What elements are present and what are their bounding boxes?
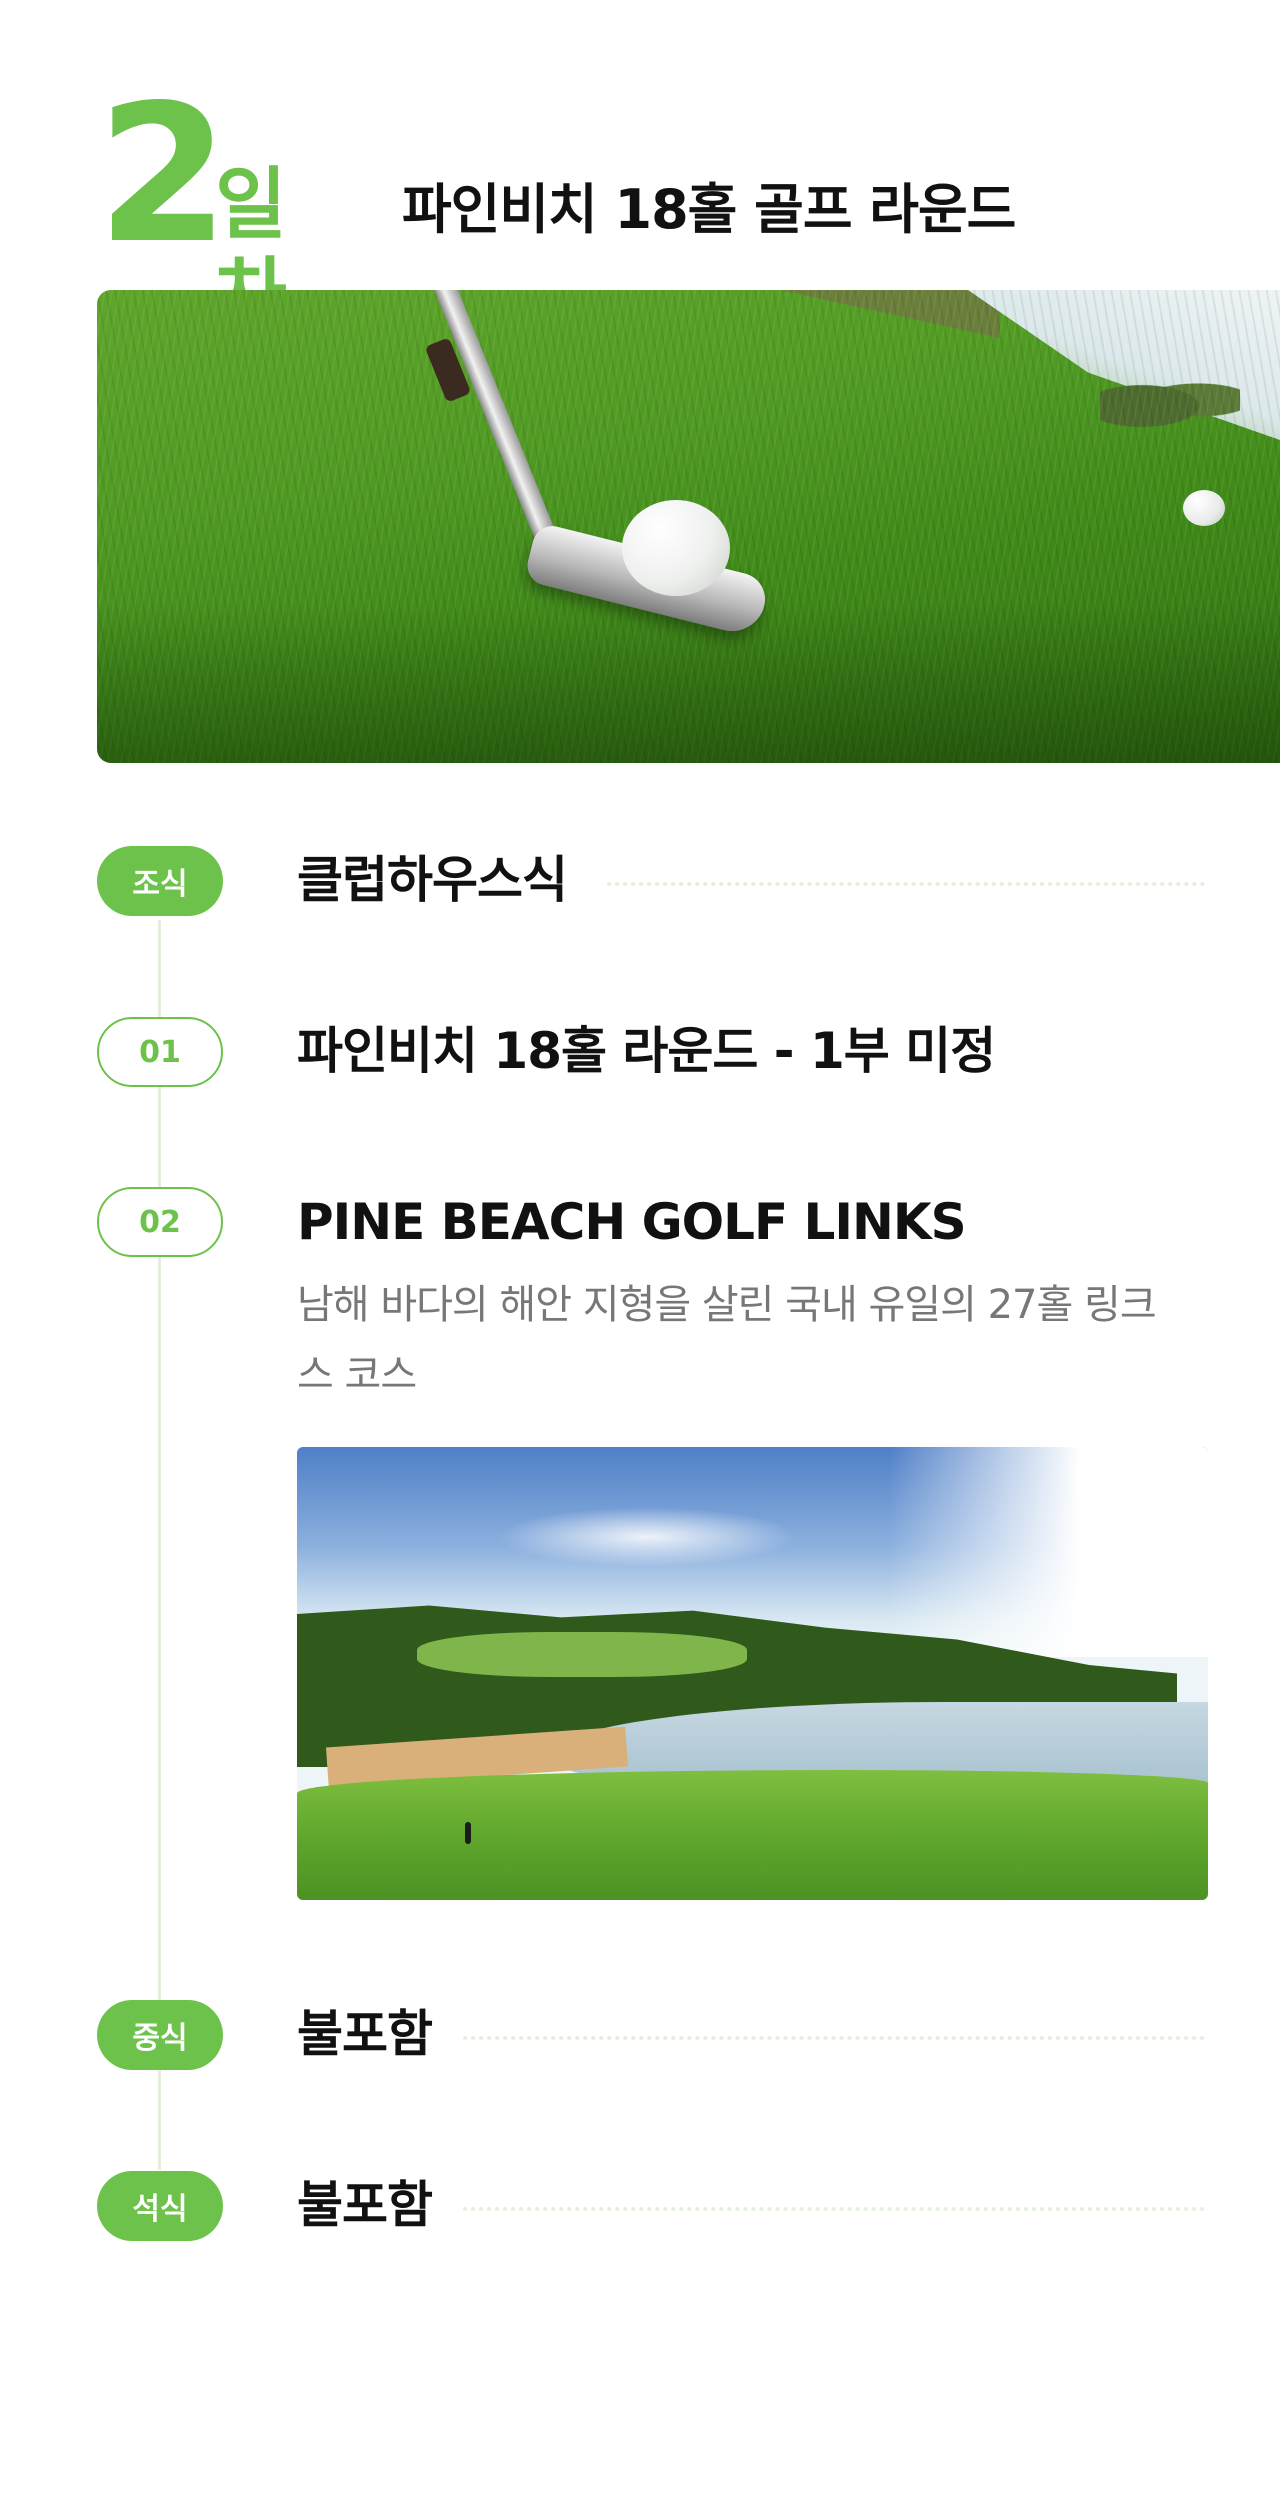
hero-shadow — [97, 603, 1280, 763]
course-cloud — [497, 1507, 797, 1567]
item-title-step-01: 파인비치 18홀 라운드 - 1부 미정 — [297, 1022, 996, 1080]
item-description-step-02: 남해 바다의 해안 지형을 살린 국내 유일의 27홀 링크스 코스 — [297, 1282, 1157, 1398]
course-far-green — [417, 1632, 747, 1677]
golf-course-image — [297, 1447, 1208, 1900]
badge-dinner: 석식 — [97, 2171, 223, 2241]
hero-golf-image — [97, 290, 1280, 763]
badge-lunch: 중식 — [97, 2000, 223, 2070]
item-title-step-02: PINE BEACH GOLF LINKS — [297, 1193, 967, 1251]
dotted-leader — [463, 2207, 1205, 2211]
dotted-leader — [607, 882, 1205, 886]
day-title: 파인비치 18홀 골프 라운드 — [402, 178, 1016, 241]
day-number: 2 — [97, 64, 229, 285]
timeline-line — [158, 920, 161, 2170]
badge-breakfast: 조식 — [97, 846, 223, 916]
item-title-dinner: 불포함 — [297, 2176, 433, 2234]
dotted-leader — [463, 2036, 1205, 2040]
golf-ball-distant — [1183, 490, 1225, 526]
course-golfer — [465, 1822, 471, 1844]
badge-step-01: 01 — [97, 1017, 223, 1087]
item-title-breakfast: 클럽하우스식 — [297, 851, 568, 909]
course-sky-fade — [888, 1447, 1208, 1657]
item-title-lunch: 불포함 — [297, 2005, 433, 2063]
course-fairway — [297, 1770, 1208, 1900]
golf-ball — [622, 500, 730, 596]
badge-step-02: 02 — [97, 1187, 223, 1257]
